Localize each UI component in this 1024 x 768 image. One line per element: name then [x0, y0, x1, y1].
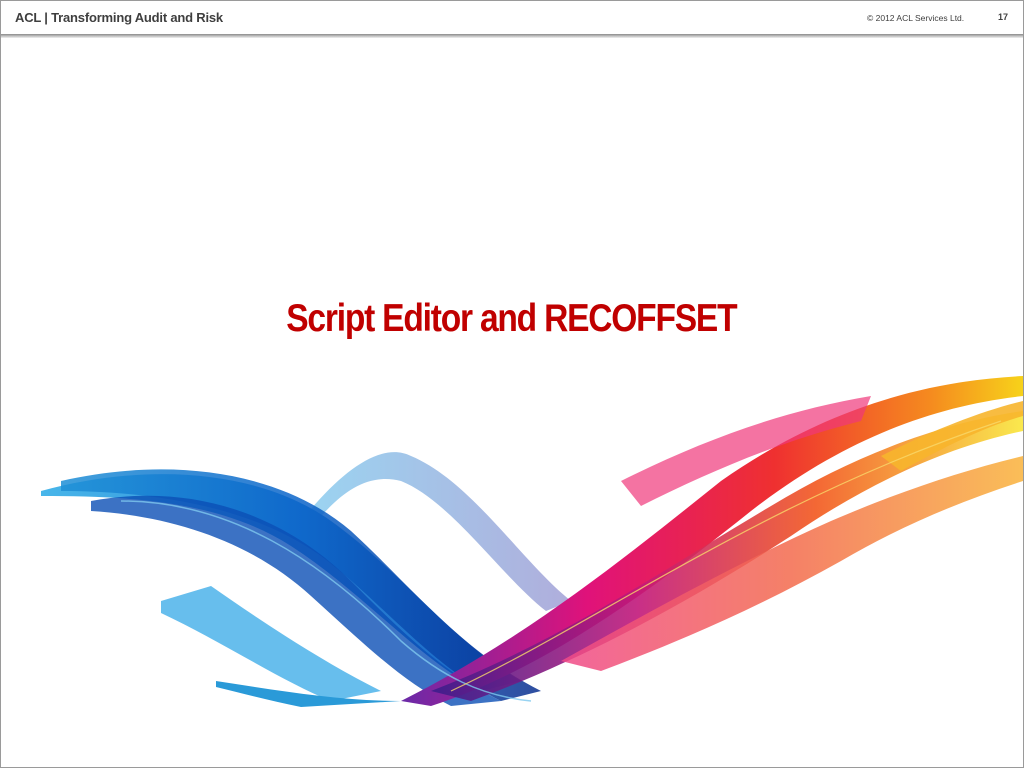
ribbon-swoosh-graphic: [41, 376, 1023, 707]
slide: ACL | Transforming Audit and Risk © 2012…: [0, 0, 1024, 768]
